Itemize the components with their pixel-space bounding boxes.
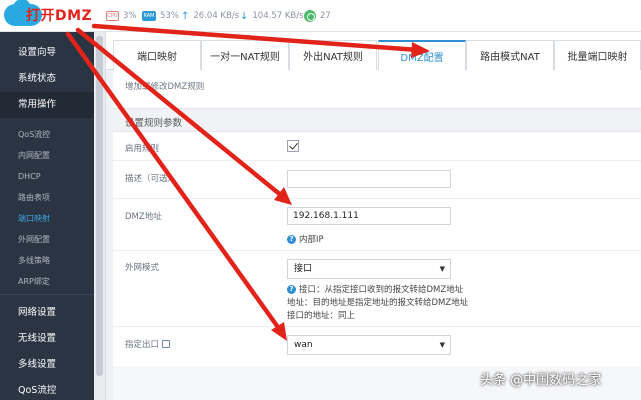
- arrow-to-out-interface: [65, 31, 283, 333]
- watermark: 头条 @中国数码之家: [480, 373, 602, 388]
- arrow-to-dmz-tab: [91, 23, 421, 53]
- annotation-arrows: [65, 23, 430, 341]
- arrowhead: [411, 42, 430, 58]
- arrow-to-dmz-address: [75, 27, 285, 199]
